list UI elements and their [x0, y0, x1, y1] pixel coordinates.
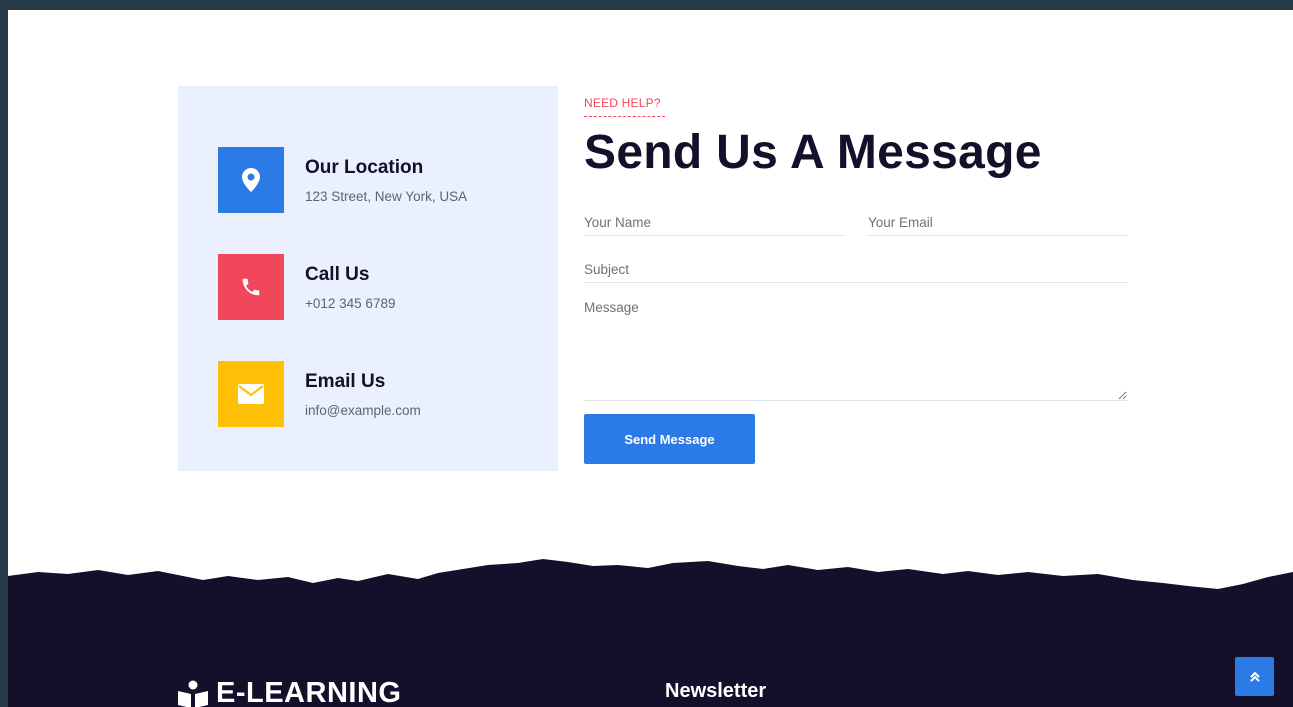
phone-icon [242, 278, 260, 296]
contact-item-title: Email Us [305, 371, 386, 392]
contact-info-panel: Our Location 123 Street, New York, USA C… [178, 86, 558, 471]
send-message-button[interactable]: Send Message [584, 414, 755, 464]
contact-item-detail: +012 345 6789 [305, 296, 396, 311]
subject-input[interactable] [584, 256, 1127, 283]
email-icon-box [218, 361, 284, 427]
contact-item-title: Call Us [305, 264, 370, 285]
envelope-icon [238, 384, 264, 404]
message-textarea[interactable] [584, 298, 1127, 401]
email-input[interactable] [868, 210, 1127, 236]
form-title: Send Us A Message [584, 126, 1042, 179]
section-kicker: NEED HELP? [584, 96, 661, 110]
scroll-to-top-button[interactable] [1235, 657, 1274, 696]
phone-icon-box [218, 254, 284, 320]
double-chevron-up-icon [1249, 671, 1260, 682]
contact-item-detail: info@example.com [305, 403, 421, 418]
map-pin-icon [242, 168, 260, 192]
page: Our Location 123 Street, New York, USA C… [8, 10, 1293, 707]
contact-item-title: Our Location [305, 157, 424, 178]
contact-item-email: Email Us info@example.com [218, 361, 538, 429]
contact-item-location: Our Location 123 Street, New York, USA [218, 147, 538, 215]
footer-logo[interactable]: E-LEARNING [178, 677, 401, 707]
contact-item-detail: 123 Street, New York, USA [305, 189, 468, 204]
name-input[interactable] [584, 210, 844, 236]
logo-text: E-LEARNING [216, 677, 402, 707]
kicker-underline [584, 116, 665, 117]
contact-item-phone: Call Us +012 345 6789 [218, 254, 538, 322]
newsletter-heading: Newsletter [665, 680, 767, 702]
reader-icon [178, 680, 208, 707]
location-icon-box [218, 147, 284, 213]
